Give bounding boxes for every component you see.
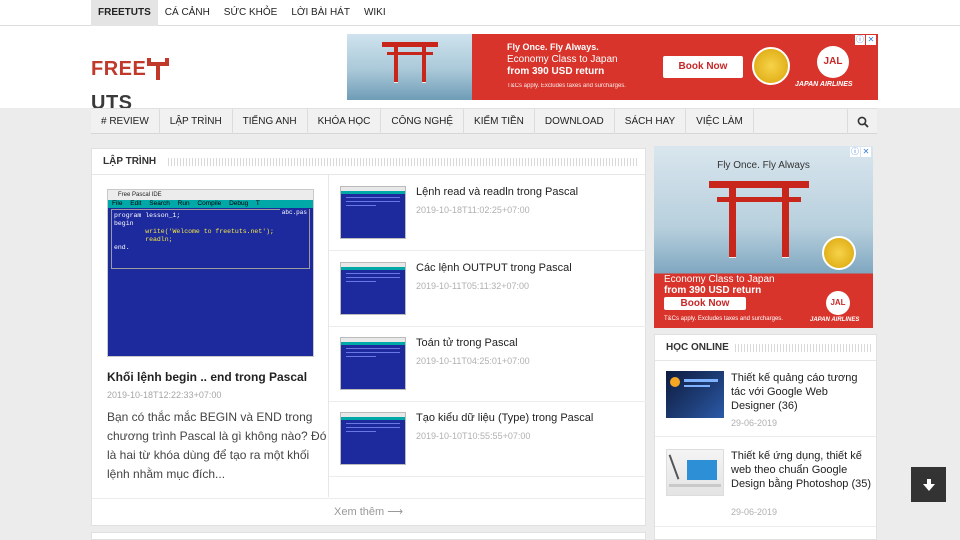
ide-filename: abc.pas [279,209,309,216]
top-link-freetuts[interactable]: FREETUTS [91,0,158,26]
nav-download[interactable]: DOWNLOAD [535,109,615,134]
logo-t-mark-icon [147,57,170,82]
search-icon [857,116,869,128]
post-title[interactable]: Tạo kiểu dữ liệu (Type) trong Pascal [416,412,593,424]
nav-lap-trinh[interactable]: LẬP TRÌNH [160,109,233,134]
side-ad-tagline: Fly Once. Fly Always [717,160,810,171]
section-title: LẬP TRÌNH [103,156,157,167]
side-ad-torii-photo [709,181,809,266]
top-links: FREETUTS CÁ CẢNH SỨC KHỎE LỜI BÀI HÁT WI… [91,0,393,26]
nav-tieng-anh[interactable]: TIẾNG ANH [233,109,308,134]
feature-title[interactable]: Khối lệnh begin .. end trong Pascal [107,370,307,384]
course-item[interactable]: Thiết kế ứng dụng, thiết kế web theo chu… [655,437,876,527]
post-date: 2019-10-11T04:25:01+07:00 [416,356,530,366]
top-bar: FREETUTS CÁ CẢNH SỨC KHỎE LỜI BÀI HÁT WI… [0,0,960,26]
course-thumbnail[interactable] [666,449,724,496]
side-ad-line2: from 390 USD return [664,285,762,296]
side-section-header: HỌC ONLINE [655,335,876,361]
nav-viec-lam[interactable]: VIỆC LÀM [686,109,754,134]
ad-tagline: Fly Once. Fly Always. [507,42,599,52]
ide-code: program lesson_1; begin write('Welcome to… [114,212,274,251]
skytrax-star-badge-icon [752,47,790,85]
side-ad-fine-print: T&Cs apply. Excludes taxes and surcharge… [664,316,783,322]
next-section-edge [91,532,646,540]
side-jal-logo-icon: JAL [826,291,850,315]
post-date: 2019-10-18T11:02:25+07:00 [416,205,530,215]
top-link-suc-khoe[interactable]: SỨC KHỎE [217,0,285,26]
post-thumbnail[interactable] [340,262,406,315]
top-link-ca-canh[interactable]: CÁ CẢNH [158,0,217,26]
course-date: 29-06-2019 [731,418,778,428]
ide-titlebar: Free Pascal IDE [108,190,313,200]
nav-cong-nghe[interactable]: CÔNG NGHỆ [381,109,465,134]
feature-image[interactable]: Free Pascal IDE File Edit Search Run Com… [107,189,314,357]
feature-date: 2019-10-18T12:22:33+07:00 [107,390,222,400]
search-button[interactable] [847,109,877,134]
logo-free-text: FREE [91,58,147,80]
jal-logo-icon: JAL [817,46,849,78]
ad-book-now-button[interactable]: Book Now [663,56,743,78]
post-date: 2019-10-11T05:11:32+07:00 [416,281,530,291]
ad-fine-print: T&Cs apply. Excludes taxes and surcharge… [507,83,626,89]
site-logo[interactable]: FREE UTS [91,52,203,114]
course-date: 29-06-2019 [731,507,778,517]
ad-close-icon[interactable]: ✕ [866,35,876,45]
section-header: LẬP TRÌNH [92,149,645,175]
header: FREE UTS Fly Once. Fly Always. Economy Cl… [0,26,960,114]
scroll-down-button[interactable] [911,467,946,502]
main-nav: # REVIEW LẬP TRÌNH TIẾNG ANH KHÓA HỌC CÔ… [91,108,877,134]
nav-review[interactable]: # REVIEW [91,109,160,134]
nav-khoa-hoc[interactable]: KHÓA HỌC [308,109,382,134]
course-title[interactable]: Thiết kế quảng cáo tương tác với Google … [731,371,873,413]
post-date: 2019-10-10T10:55:55+07:00 [416,431,531,441]
ad-copy: Fly Once. Fly Always. Economy Class to J… [507,42,626,89]
side-ad-book-now-button[interactable]: Book Now [664,297,746,310]
post-thumbnail[interactable] [340,412,406,465]
post-item[interactable]: Các lệnh OUTPUT trong Pascal 2019-10-11T… [329,251,646,327]
top-link-loi-bai-hat[interactable]: LỜI BÀI HÁT [284,0,357,26]
side-ad-close-icon[interactable]: ✕ [861,147,871,157]
top-link-wiki[interactable]: WIKI [357,0,393,26]
side-header-stripes [735,344,871,352]
course-item[interactable]: Thiết kế quảng cáo tương tác với Google … [655,361,876,437]
post-item[interactable]: Lệnh read và readln trong Pascal 2019-10… [329,175,646,251]
nav-kiem-tien[interactable]: KIẾM TIỀN [464,109,535,134]
side-adchoices-icon[interactable]: ⓘ [850,147,860,157]
lap-trinh-section: LẬP TRÌNH Free Pascal IDE File Edit Sear… [91,148,646,526]
post-thumbnail[interactable] [340,186,406,239]
side-skytrax-badge-icon [822,236,856,270]
header-stripes [168,158,638,166]
see-more-link[interactable]: Xem thêm ⟶ [92,498,645,526]
post-title[interactable]: Lệnh read và readln trong Pascal [416,186,578,198]
side-ad-brand: JAPAN AIRLINES [810,317,860,323]
adchoices-icon[interactable]: ⓘ [855,35,865,45]
ad-line1: Economy Class to Japan [507,54,618,65]
ad-line2: from 390 USD return [507,66,605,77]
post-title[interactable]: Các lệnh OUTPUT trong Pascal [416,262,572,274]
post-thumbnail[interactable] [340,337,406,390]
nav-sach-hay[interactable]: SÁCH HAY [615,109,687,134]
ad-brand: JAPAN AIRLINES [795,81,853,88]
ad-torii-photo [347,34,472,100]
course-title[interactable]: Thiết kế ứng dụng, thiết kế web theo chu… [731,449,873,491]
side-section-title: HỌC ONLINE [666,342,729,353]
post-item[interactable]: Toán tử trong Pascal 2019-10-11T04:25:01… [329,326,646,402]
top-banner-ad[interactable]: Fly Once. Fly Always. Economy Class to J… [347,34,878,100]
feature-description: Bạn có thắc mắc BEGIN và END trong chươn… [107,410,327,481]
ide-editor: abc.pas program lesson_1; begin write('We… [111,209,310,269]
side-ad-line1: Economy Class to Japan [664,274,775,285]
post-title[interactable]: Toán tử trong Pascal [416,337,518,349]
course-thumbnail[interactable] [666,371,724,418]
side-banner-ad[interactable]: Fly Once. Fly Always Economy Class to Ja… [654,146,873,328]
arrow-down-icon [922,478,935,491]
hoc-online-section: HỌC ONLINE Thiết kế quảng cáo tương tác … [654,334,877,540]
ide-menubar: File Edit Search Run Compile Debug T [108,200,313,208]
post-item[interactable]: Tạo kiểu dữ liệu (Type) trong Pascal 201… [329,401,646,477]
